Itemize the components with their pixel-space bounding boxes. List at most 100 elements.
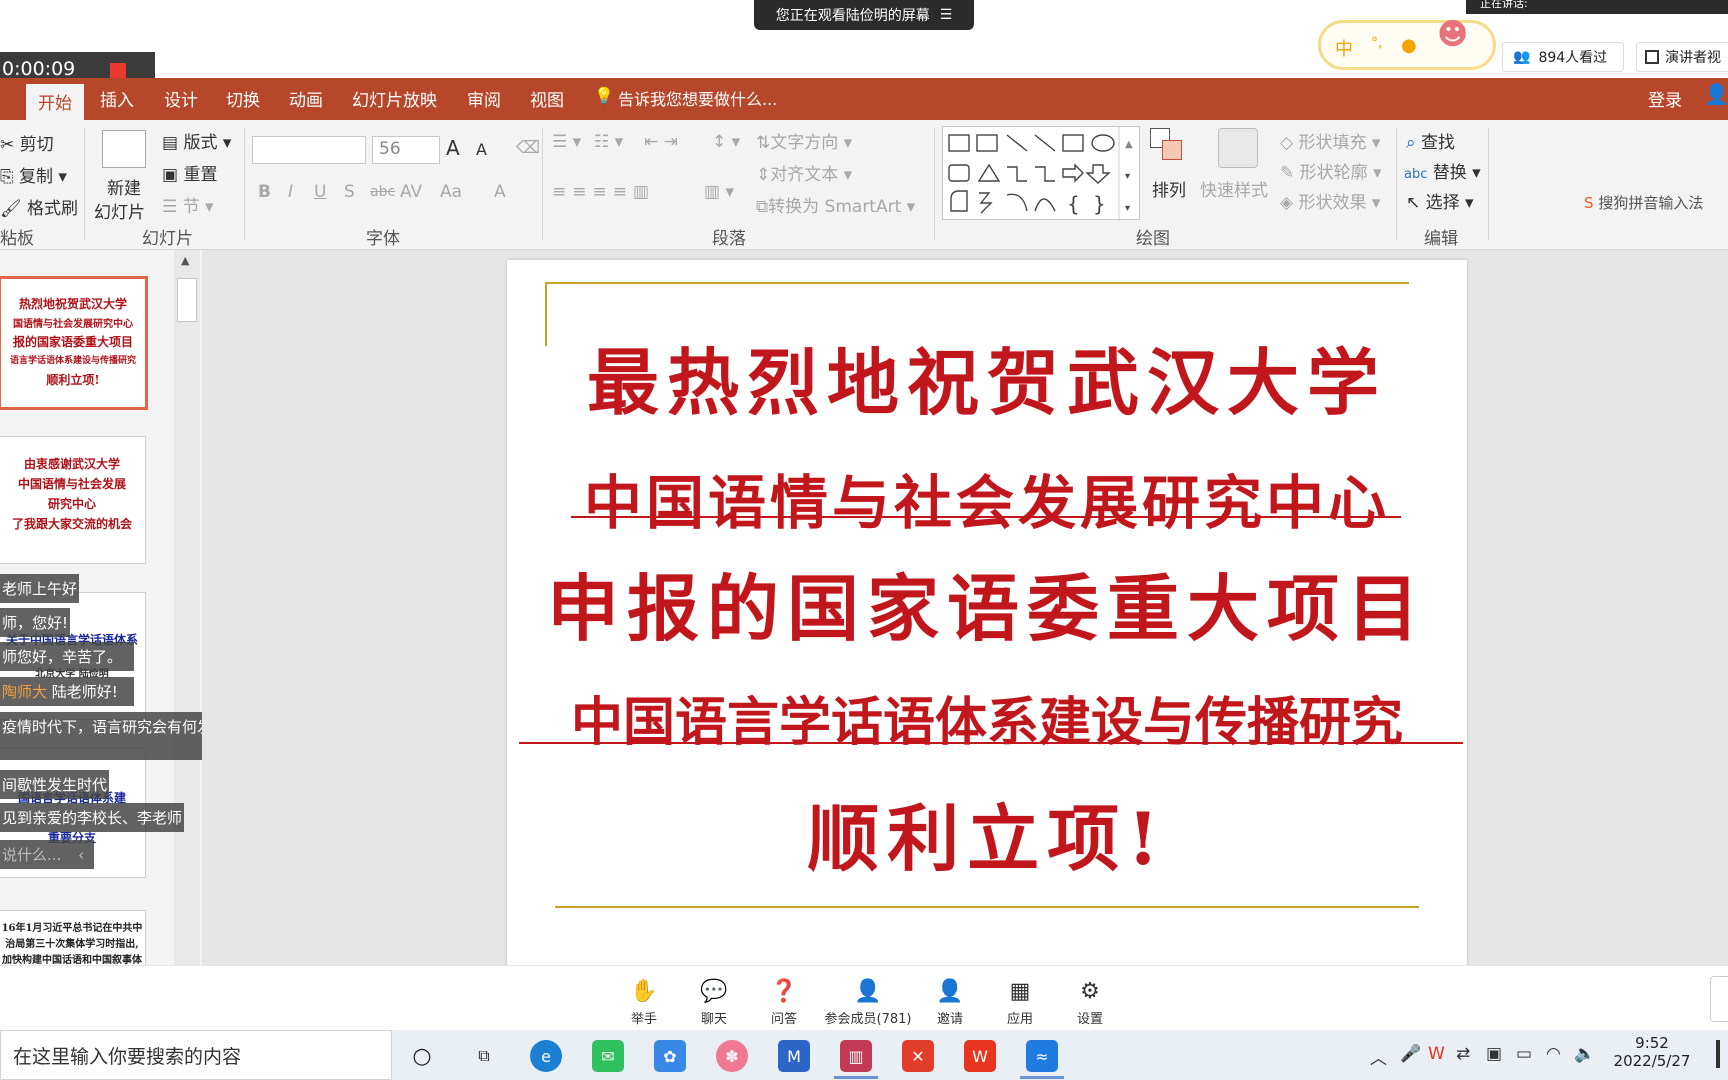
invite-button[interactable]: 👤 邀请 <box>930 980 970 1028</box>
quick-styles-button[interactable]: 快速样式 <box>1200 176 1268 201</box>
current-slide[interactable]: 最热烈地祝贺武汉大学 中国语情与社会发展研究中心 申报的国家语委重大项目 中国语… <box>507 260 1467 975</box>
change-case-button[interactable]: Aa <box>440 182 462 202</box>
record-stop-icon[interactable] <box>110 63 126 79</box>
line-spacing-icon[interactable]: ↕ ▾ <box>712 132 740 152</box>
thumbnails-scrollbar[interactable]: ▲ <box>174 250 200 965</box>
speaker-view-button[interactable]: 演讲者视 <box>1636 42 1728 72</box>
tell-me-box[interactable]: 告诉我您想要做什么... <box>618 86 777 110</box>
wps-tray-icon[interactable]: W <box>1428 1044 1445 1064</box>
volume-icon[interactable]: 🔈 <box>1574 1044 1595 1064</box>
layout-button[interactable]: ▤ 版式 ▾ <box>162 128 231 153</box>
edge-icon[interactable]: e <box>530 1040 562 1072</box>
login-link[interactable]: 登录 <box>1648 86 1682 111</box>
side-panel-toggle[interactable] <box>1710 976 1728 1022</box>
new-slide-icon[interactable] <box>102 130 146 168</box>
italic-button[interactable]: I <box>288 182 293 202</box>
wps-icon[interactable]: W <box>964 1040 996 1072</box>
find-button[interactable]: ⌕ 查找 <box>1406 128 1455 153</box>
sogou-ime-tag[interactable]: S 搜狗拼音输入法 <box>1584 192 1703 213</box>
shapes-gallery[interactable]: {} ▲ ▾ ▾ <box>942 126 1140 221</box>
participants-button[interactable]: 👤 参会成员(781) <box>818 980 918 1028</box>
show-desktop-button[interactable] <box>1716 1040 1720 1068</box>
char-spacing-button[interactable]: AV <box>400 182 422 202</box>
select-button[interactable]: ↖ 选择 ▾ <box>1406 188 1474 213</box>
new-slide-label-2[interactable]: 幻灯片 <box>94 198 145 223</box>
indent-icons[interactable]: ⇤ ⇥ <box>644 132 678 152</box>
chat-input[interactable]: 说什么... ‹ <box>0 840 94 869</box>
text-direction-button[interactable]: ⇅文字方向 ▾ <box>756 128 852 153</box>
taskbar-clock[interactable]: 9:52 2022/5/27 <box>1610 1034 1694 1070</box>
tab-transitions[interactable]: 切换 <box>226 86 260 111</box>
tencent-meeting-icon[interactable]: M <box>778 1040 810 1072</box>
format-painter-button[interactable]: 🖌 格式刷 <box>0 194 78 219</box>
book-app-icon[interactable]: ▥ <box>840 1040 872 1072</box>
columns-icon[interactable]: ▥ ▾ <box>704 182 734 202</box>
reset-button[interactable]: ▣ 重置 <box>162 160 217 185</box>
thumbnail-slide-2[interactable]: 由衷感谢武汉大学 中国语情与社会发展 研究中心 了我跟大家交流的机会 <box>0 436 146 564</box>
clear-format-icon[interactable]: ⌫ <box>516 138 540 158</box>
tab-view[interactable]: 视图 <box>530 86 564 111</box>
sync-icon[interactable]: ⇄ <box>1456 1044 1470 1064</box>
shadow-button[interactable]: S <box>344 182 355 202</box>
tray-expand-icon[interactable]: ︿ <box>1370 1044 1387 1069</box>
copy-button[interactable]: ⎘ 复制 ▾ <box>0 162 67 187</box>
raise-hand-button[interactable]: ✋ 举手 <box>624 980 664 1028</box>
tab-slideshow[interactable]: 幻灯片放映 <box>352 86 437 111</box>
tab-insert[interactable]: 插入 <box>100 86 134 111</box>
scroll-up-icon[interactable]: ▲ <box>181 254 189 267</box>
scrollbar-thumb[interactable] <box>177 278 197 322</box>
thumbnail-slide-1[interactable]: 热烈地祝贺武汉大学 国语情与社会发展研究中心 报的国家语委重大项目 语言学话语体… <box>0 276 148 410</box>
shape-effects-button[interactable]: ◈ 形状效果 ▾ <box>1280 188 1380 213</box>
tab-design[interactable]: 设计 <box>164 86 198 111</box>
apps-button[interactable]: ▦ 应用 <box>1000 980 1040 1028</box>
bold-button[interactable]: B <box>258 182 271 202</box>
shape-outline-button[interactable]: ✎ 形状轮廓 ▾ <box>1280 158 1382 183</box>
tab-review[interactable]: 审阅 <box>467 86 501 111</box>
cut-button[interactable]: ✂ 剪切 <box>0 130 54 155</box>
battery-icon[interactable]: ▭ <box>1516 1044 1532 1064</box>
smartart-button[interactable]: ⧉转换为 SmartArt ▾ <box>756 192 915 217</box>
tab-home[interactable]: 开始 <box>26 84 84 120</box>
section-button[interactable]: ☰ 节 ▾ <box>162 192 214 217</box>
strikethrough-button[interactable]: abc <box>370 184 395 200</box>
wifi-icon[interactable]: ◠ <box>1546 1044 1561 1064</box>
shape-fill-button[interactable]: ◇ 形状填充 ▾ <box>1280 128 1380 153</box>
arrange-icon[interactable] <box>1150 128 1190 168</box>
taskbar-search-input[interactable]: 在这里输入你要搜索的内容 <box>0 1030 392 1080</box>
font-color-button[interactable]: A <box>494 182 506 202</box>
grow-font-button[interactable]: A <box>446 136 460 160</box>
ime-lang[interactable]: 中 <box>1335 35 1353 61</box>
align-icons[interactable]: ≡≡≡≡▥ <box>552 182 655 202</box>
tab-animations[interactable]: 动画 <box>289 86 323 111</box>
pinwheel-app-icon[interactable]: ✽ <box>716 1040 748 1072</box>
task-view-icon[interactable]: ⧉ <box>468 1040 500 1072</box>
vmeeting-icon[interactable]: ≈ <box>1026 1040 1058 1072</box>
quick-styles-icon[interactable] <box>1218 128 1258 168</box>
ime-punct[interactable]: °, <box>1371 35 1382 51</box>
viewers-count[interactable]: 👥 894人看过 <box>1502 42 1624 72</box>
microphone-icon[interactable]: 🎤 <box>1400 1044 1421 1064</box>
cortana-icon[interactable]: ○ <box>406 1040 438 1072</box>
screen-share-banner[interactable]: 您正在观看陆俭明的屏幕 ☰ <box>754 0 974 30</box>
account-icon[interactable]: 👤 <box>1704 82 1728 106</box>
underline-button[interactable]: U <box>314 182 326 202</box>
font-name-input[interactable] <box>252 136 366 164</box>
meeting-app-icon[interactable]: ✿ <box>654 1040 686 1072</box>
bullets-icon[interactable]: ☰ ▾ <box>552 132 581 152</box>
qa-button[interactable]: ❓ 问答 <box>764 980 804 1028</box>
shrink-font-button[interactable]: A <box>476 140 487 159</box>
ime-skin-icon[interactable]: ● <box>1401 35 1417 56</box>
replace-button[interactable]: abc 替换 ▾ <box>1404 158 1481 183</box>
numbering-icon[interactable]: ☷ ▾ <box>594 132 623 152</box>
settings-button[interactable]: ⚙ 设置 <box>1070 980 1110 1028</box>
menu-icon[interactable]: ☰ <box>940 7 953 23</box>
align-text-button[interactable]: ⇕对齐文本 ▾ <box>756 160 852 185</box>
close-app-icon[interactable]: ✕ <box>902 1040 934 1072</box>
new-slide-label-1[interactable]: 新建 <box>107 174 141 199</box>
arrange-button[interactable]: 排列 <box>1152 176 1186 201</box>
thumbnail-slide-5[interactable]: 16年1月习近平总书记在中共中 治局第三十次集体学习时指出, 加快构建中国话语和… <box>0 910 146 970</box>
chat-button[interactable]: 💬 聊天 <box>694 980 734 1028</box>
ime-status-bar[interactable]: 中 °, ● ☻ <box>1318 17 1496 70</box>
wechat-icon[interactable]: ✉ <box>592 1040 624 1072</box>
collapse-icon[interactable]: ‹ <box>78 846 84 864</box>
